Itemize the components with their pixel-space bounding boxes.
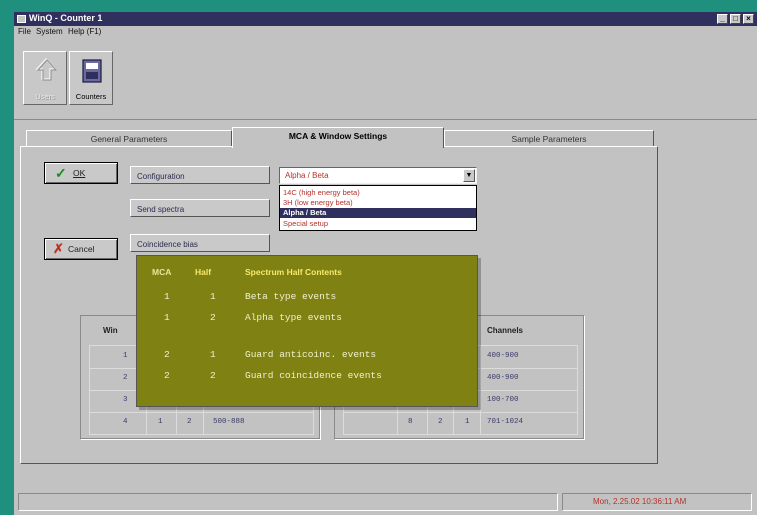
tooltip-half: 2	[210, 312, 216, 323]
title-bar[interactable]: WinQ - Counter 1 _ □ ×	[14, 12, 757, 26]
tooltip-mca: 2	[164, 370, 170, 381]
tooltip-text: Guard coincidence events	[245, 370, 382, 381]
status-bar: Mon, 2.25.02 10:36:11 AM	[14, 490, 757, 515]
tooltip-text: Beta type events	[245, 291, 337, 302]
tooltip-mca: 1	[164, 312, 170, 323]
tooltip-contents-header: Spectrum Half Contents	[245, 267, 342, 277]
mode-option[interactable]: 14C (high energy beta)	[280, 188, 476, 198]
checkmark-icon: ✓	[55, 165, 67, 181]
menu-system[interactable]: System	[36, 27, 63, 36]
coincidence-bias-button[interactable]: Coincidence bias	[130, 234, 270, 252]
table-cell: 3	[123, 396, 128, 404]
cancel-x-icon: ✗	[53, 241, 64, 256]
grid-line	[577, 345, 578, 435]
table-cell: 2	[438, 418, 443, 426]
table-cell: 8	[408, 418, 413, 426]
upload-arrow-icon	[35, 57, 58, 81]
menu-bar: File System Help (F1)	[14, 26, 757, 39]
send-spectra-button[interactable]: Send spectra	[130, 199, 270, 217]
table-cell: 1	[465, 418, 470, 426]
chevron-down-icon[interactable]: ▼	[463, 169, 475, 182]
table-cell: 400-900	[487, 352, 519, 360]
cancel-button[interactable]: ✗ Cancel	[44, 238, 118, 260]
grid-line	[343, 434, 577, 435]
tab-mca-window-settings[interactable]: MCA & Window Settings	[232, 127, 444, 148]
grid-line	[89, 412, 313, 413]
counter-device-icon	[82, 59, 102, 83]
table-cell: 2	[187, 418, 192, 426]
tooltip-text: Guard anticoinc. events	[245, 349, 377, 360]
grid-line	[480, 345, 481, 435]
mode-option[interactable]: 3H (low energy beta)	[280, 198, 476, 208]
spectrum-half-tooltip: MCA Half Spectrum Half Contents 1 1 Beta…	[136, 255, 478, 407]
tooltip-mca: 1	[164, 291, 170, 302]
channels-column-header: Channels	[487, 326, 524, 335]
tooltip-half-header: Half	[195, 267, 212, 277]
tooltip-mca: 2	[164, 349, 170, 360]
users-tool-label: Users	[35, 92, 55, 101]
tooltip-mca-header: MCA	[152, 267, 172, 277]
table-cell: 500-888	[213, 418, 245, 426]
ok-button-label: OK	[73, 168, 86, 178]
table-cell: 701-1024	[487, 418, 524, 426]
grid-line	[89, 345, 90, 435]
table-cell: 4	[123, 418, 128, 426]
coincidence-bias-button-label: Coincidence bias	[137, 240, 198, 249]
cancel-button-label: Cancel	[68, 244, 95, 254]
send-spectra-button-label: Send spectra	[137, 205, 185, 214]
mode-option-selected[interactable]: Alpha / Beta	[280, 208, 476, 218]
counters-tool-button[interactable]: Counters	[69, 51, 113, 105]
counters-tool-label: Counters	[75, 92, 107, 101]
close-icon[interactable]: ×	[743, 14, 754, 24]
minimize-icon[interactable]: _	[717, 14, 728, 24]
table-cell: 1	[158, 418, 163, 426]
mode-dropdown-list: 14C (high energy beta) 3H (low energy be…	[279, 185, 477, 231]
menu-file[interactable]: File	[18, 27, 31, 36]
table-cell: 2	[123, 374, 128, 382]
maximize-icon[interactable]: □	[730, 14, 741, 24]
application-window: WinQ - Counter 1 _ □ × File System Help …	[14, 12, 757, 515]
tooltip-half: 1	[210, 349, 216, 360]
mode-option[interactable]: Special setup	[280, 219, 476, 229]
status-message-pane	[18, 493, 558, 511]
configuration-button-label: Configuration	[137, 172, 185, 181]
status-datetime: Mon, 2.25.02 10:36:11 AM	[562, 493, 752, 511]
configuration-button[interactable]: Configuration	[130, 166, 270, 184]
menu-help[interactable]: Help (F1)	[68, 27, 101, 36]
divider	[14, 119, 757, 120]
tooltip-text: Alpha type events	[245, 312, 342, 323]
win-column-header: Win	[103, 326, 118, 335]
tooltip-half: 2	[210, 370, 216, 381]
app-window-icon[interactable]	[17, 15, 26, 23]
ok-button[interactable]: ✓ OK	[44, 162, 118, 184]
users-tool-button[interactable]: Users	[23, 51, 67, 105]
tooltip-half: 1	[210, 291, 216, 302]
mode-select[interactable]: Alpha / Beta ▼	[279, 167, 477, 184]
window-title: WinQ - Counter 1	[29, 13, 103, 23]
grid-line	[89, 434, 313, 435]
table-cell: 1	[123, 352, 128, 360]
table-cell: 100-700	[487, 396, 519, 404]
toolbar: Users Counters	[14, 39, 757, 111]
mode-select-value: Alpha / Beta	[285, 171, 329, 180]
grid-line	[343, 412, 577, 413]
table-cell: 400-900	[487, 374, 519, 382]
